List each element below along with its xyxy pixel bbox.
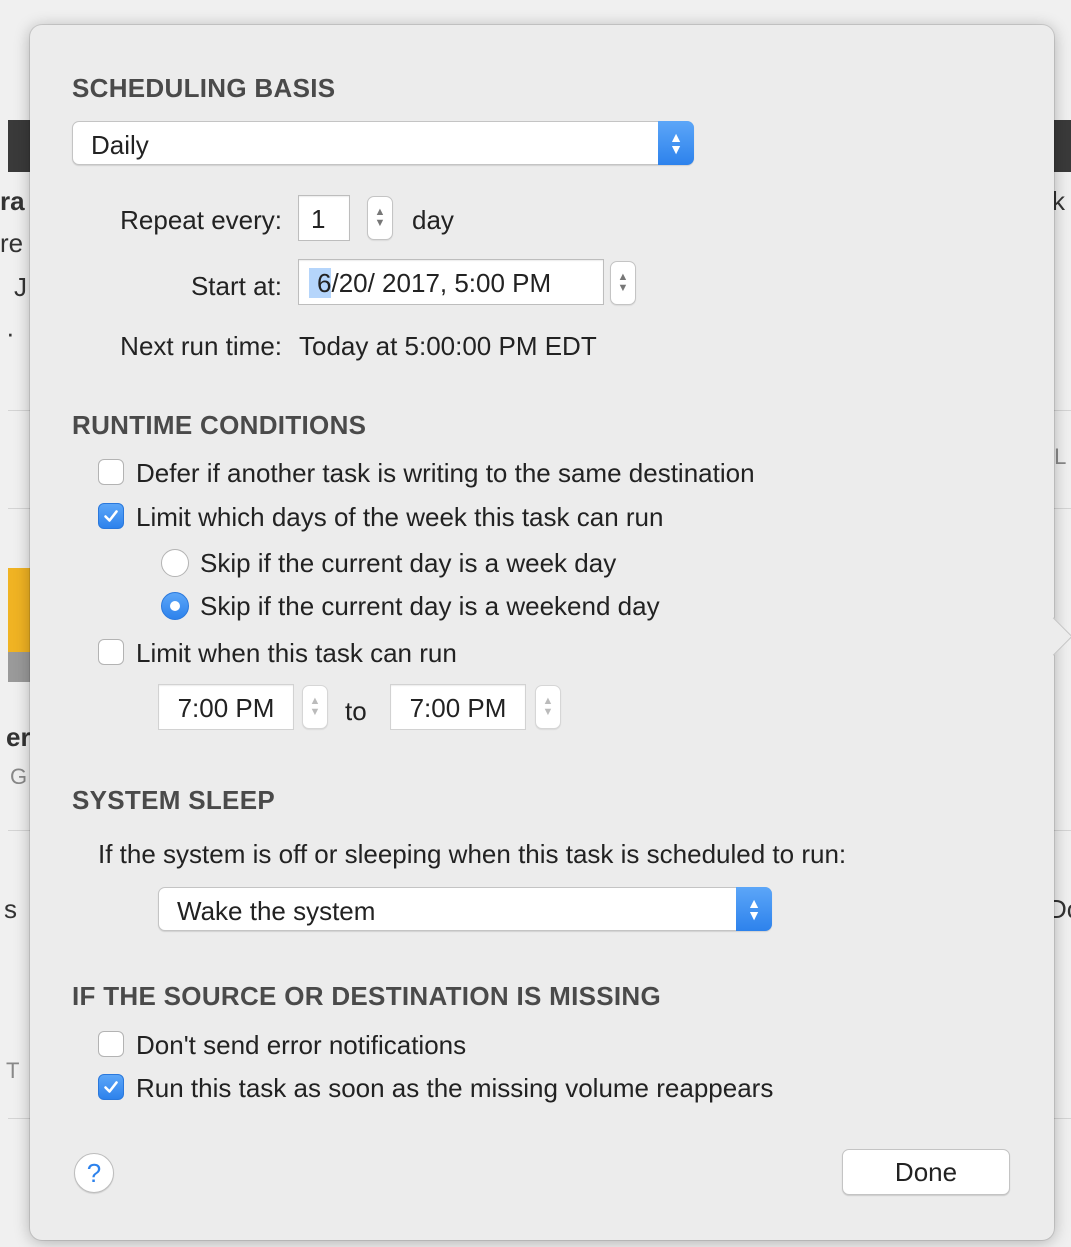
scheduling-basis-heading: SCHEDULING BASIS [72, 73, 336, 103]
checkmark-icon [104, 510, 118, 522]
start-at-date-field[interactable]: 6/20/ 2017, 5:00 PM [298, 259, 604, 305]
background-text: J [14, 272, 27, 302]
background-text: s [4, 894, 17, 924]
checkmark-icon [104, 1081, 118, 1093]
up-down-chevron-icon: ▲ ▼ [658, 121, 694, 165]
scheduling-basis-select[interactable]: Daily ▲ ▼ [72, 121, 694, 165]
up-down-chevron-icon: ▲ ▼ [736, 887, 772, 931]
start-at-label: Start at: [190, 271, 282, 301]
time-to-stepper[interactable]: ▲ ▼ [535, 685, 561, 729]
background-text: · [6, 318, 15, 348]
no-error-notifications-checkbox[interactable] [98, 1031, 124, 1057]
repeat-every-label: Repeat every: [120, 205, 282, 235]
start-at-value: 6/20/ 2017, 5:00 PM [309, 268, 551, 299]
run-on-reappear-checkbox[interactable] [98, 1074, 124, 1100]
skip-weekday-radio[interactable] [161, 549, 189, 577]
start-date-selected-segment: 6 [309, 268, 332, 298]
time-to-field[interactable]: 7:00 PM [390, 684, 526, 730]
background-text: ra [0, 186, 25, 216]
limit-days-checkbox[interactable] [98, 503, 124, 529]
missing-volume-heading: IF THE SOURCE OR DESTINATION IS MISSING [72, 981, 662, 1011]
start-date-rest: /20/ 2017, 5:00 PM [331, 268, 552, 298]
no-error-notifications-label: Don't send error notifications [136, 1030, 467, 1060]
runtime-conditions-heading: RUNTIME CONDITIONS [72, 410, 367, 440]
sleep-action-value: Wake the system [177, 896, 376, 926]
next-run-value: Today at 5:00:00 PM EDT [299, 331, 597, 361]
skip-weekend-radio[interactable] [161, 592, 189, 620]
run-on-reappear-label: Run this task as soon as the missing vol… [136, 1073, 774, 1103]
defer-checkbox[interactable] [98, 459, 124, 485]
done-button[interactable]: Done [842, 1149, 1010, 1195]
help-button[interactable]: ? [74, 1153, 114, 1193]
next-run-label: Next run time: [120, 331, 282, 361]
sleep-action-select[interactable]: Wake the system ▲ ▼ [158, 887, 772, 931]
defer-label: Defer if another task is writing to the … [136, 458, 755, 488]
limit-time-label: Limit when this task can run [136, 638, 457, 668]
repeat-unit-label: day [412, 205, 454, 235]
system-sleep-prompt: If the system is off or sleeping when th… [98, 839, 847, 869]
background-band [8, 652, 32, 682]
background-progress-bar [8, 568, 32, 652]
repeat-every-field[interactable]: 1 [298, 195, 350, 241]
time-from-field[interactable]: 7:00 PM [158, 684, 294, 730]
task-schedule-popover: SCHEDULING BASIS Daily ▲ ▼ Repeat every: … [30, 25, 1071, 1240]
start-at-stepper[interactable]: ▲ ▼ [610, 261, 636, 305]
system-sleep-heading: SYSTEM SLEEP [72, 785, 275, 815]
background-text: G [10, 764, 28, 789]
background-text: T [6, 1058, 20, 1083]
limit-time-checkbox[interactable] [98, 639, 124, 665]
time-from-stepper[interactable]: ▲ ▼ [302, 685, 328, 729]
background-text: er [6, 722, 31, 752]
repeat-every-stepper[interactable]: ▲ ▼ [367, 196, 393, 240]
time-to-label: to [345, 696, 367, 726]
time-to-value: 7:00 PM [409, 693, 507, 723]
background-text: re [0, 228, 24, 258]
skip-weekend-label: Skip if the current day is a weekend day [200, 591, 660, 621]
limit-days-label: Limit which days of the week this task c… [136, 502, 664, 532]
time-from-value: 7:00 PM [177, 693, 275, 723]
repeat-every-value: 1 [311, 204, 326, 234]
scheduling-basis-value: Daily [91, 130, 149, 160]
skip-weekday-label: Skip if the current day is a week day [200, 548, 617, 578]
